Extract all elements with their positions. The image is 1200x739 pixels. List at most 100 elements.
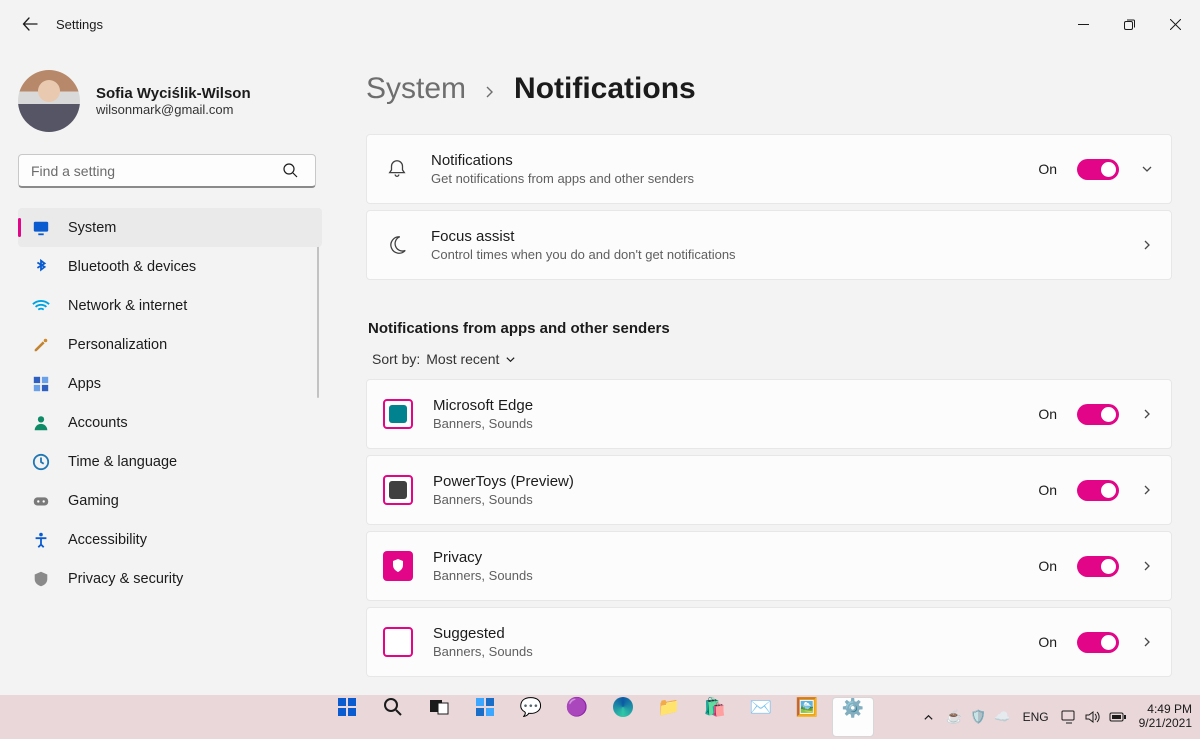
sidebar-item-time[interactable]: Time & language [18, 442, 322, 481]
open-button[interactable] [1139, 560, 1155, 572]
clock-time: 4:49 PM [1139, 703, 1192, 717]
edge-button[interactable] [602, 697, 644, 737]
chevron-right-icon [1141, 408, 1153, 420]
sidebar-item-network[interactable]: Network & internet [18, 286, 322, 325]
app-icon [383, 551, 413, 581]
task-view-button[interactable] [418, 697, 460, 737]
focus-assist-card[interactable]: Focus assist Control times when you do a… [366, 210, 1172, 280]
toggle-state: On [1038, 558, 1057, 574]
explorer-button[interactable]: 📁 [648, 697, 690, 737]
quick-settings[interactable] [1061, 710, 1127, 724]
task-view-icon [429, 697, 449, 717]
sidebar-item-label: Apps [68, 376, 101, 392]
store-icon: 🛍️ [704, 697, 726, 737]
clock[interactable]: 4:49 PM 9/21/2021 [1139, 703, 1192, 731]
edge-icon [613, 697, 633, 717]
wifi-icon [32, 297, 50, 315]
open-button[interactable] [1139, 636, 1155, 648]
security-icon[interactable]: 🛡️ [970, 709, 986, 725]
chevron-right-icon [1141, 560, 1153, 572]
row-subtitle: Get notifications from apps and other se… [431, 171, 1018, 186]
settings-taskbar-button[interactable]: ⚙️ [832, 697, 874, 737]
teams-button[interactable]: 🟣 [556, 697, 598, 737]
minimize-icon [1078, 19, 1089, 30]
sidebar-item-personalize[interactable]: Personalization [18, 325, 322, 364]
chevron-right-icon [1141, 484, 1153, 496]
sidebar-item-accessibility[interactable]: Accessibility [18, 520, 322, 559]
bluetooth-icon [32, 258, 50, 276]
onedrive-icon[interactable]: ☁️ [994, 709, 1010, 725]
tray-overflow[interactable] [923, 712, 934, 723]
start-button[interactable] [326, 697, 368, 737]
app-toggle[interactable] [1077, 404, 1119, 425]
photos-button[interactable]: 🖼️ [786, 697, 828, 737]
sidebar-item-label: Accounts [68, 415, 128, 431]
taskbar-search[interactable] [372, 697, 414, 737]
open-button[interactable] [1139, 239, 1155, 251]
open-button[interactable] [1139, 408, 1155, 420]
chevron-right-icon [1141, 636, 1153, 648]
search-icon [283, 163, 298, 178]
app-sub: Banners, Sounds [433, 492, 1018, 507]
row-title: Notifications [431, 152, 1018, 169]
notifications-toggle[interactable] [1077, 159, 1119, 180]
sidebar-item-gaming[interactable]: Gaming [18, 481, 322, 520]
notifications-toggle-card[interactable]: Notifications Get notifications from app… [366, 134, 1172, 204]
sort-value: Most recent [426, 351, 499, 367]
app-notification-card[interactable]: SuggestedBanners, SoundsOn [366, 607, 1172, 677]
chevron-right-icon [1141, 239, 1153, 251]
taskbar: 💬 🟣 📁 🛍️ ✉️ 🖼️ ⚙️ ☕ 🛡️ ☁️ ENG 4:49 PM 9/… [0, 695, 1200, 739]
store-button[interactable]: 🛍️ [694, 697, 736, 737]
bell-icon [383, 158, 411, 180]
user-header[interactable]: Sofia Wyciślik-Wilson wilsonmark@gmail.c… [18, 70, 322, 132]
widgets-icon [475, 697, 495, 717]
widgets-button[interactable] [464, 697, 506, 737]
sidebar-item-label: Personalization [68, 337, 167, 353]
minimize-button[interactable] [1060, 6, 1106, 42]
window-title: Settings [56, 17, 103, 32]
sidebar-item-system[interactable]: System [18, 208, 322, 247]
app-notification-list: Microsoft Edge Banners, Sounds On PowerToys… [366, 379, 1172, 677]
sidebar-item-bluetooth[interactable]: Bluetooth & devices [18, 247, 322, 286]
app-toggle[interactable] [1077, 632, 1119, 653]
access-icon [32, 531, 50, 549]
expand-button[interactable] [1139, 163, 1155, 175]
network-icon [1061, 710, 1077, 724]
sort-dropdown[interactable]: Most recent [426, 351, 516, 367]
app-icon [383, 399, 413, 429]
sidebar-item-privacy[interactable]: Privacy & security [18, 559, 322, 598]
mail-button[interactable]: ✉️ [740, 697, 782, 737]
avatar [18, 70, 80, 132]
sidebar-item-label: System [68, 220, 116, 236]
tray-app-icon[interactable]: ☕ [946, 709, 962, 725]
maximize-button[interactable] [1106, 6, 1152, 42]
language-indicator[interactable]: ENG [1023, 710, 1049, 724]
back-button[interactable] [22, 16, 38, 32]
row-title: Focus assist [431, 228, 1119, 245]
app-sub: Banners, Sounds [433, 416, 1018, 431]
app-notification-card[interactable]: PrivacyBanners, SoundsOn [366, 531, 1172, 601]
sidebar-item-accounts[interactable]: Accounts [18, 403, 322, 442]
chevron-down-icon [505, 354, 516, 365]
close-icon [1170, 19, 1181, 30]
search-input[interactable] [18, 154, 316, 188]
app-toggle[interactable] [1077, 556, 1119, 577]
gear-icon: ⚙️ [842, 698, 864, 736]
sidebar-item-apps[interactable]: Apps [18, 364, 322, 403]
search-wrap [18, 154, 322, 188]
shield-icon [32, 570, 50, 588]
close-button[interactable] [1152, 6, 1198, 42]
app-icon [383, 627, 413, 657]
arrow-left-icon [22, 16, 38, 32]
breadcrumb-parent[interactable]: System [366, 72, 466, 106]
app-notification-card[interactable]: PowerToys (Preview)Banners, SoundsOn [366, 455, 1172, 525]
chat-button[interactable]: 💬 [510, 697, 552, 737]
app-toggle[interactable] [1077, 480, 1119, 501]
app-notification-card[interactable]: Microsoft EdgeBanners, SoundsOn [366, 379, 1172, 449]
sort-row: Sort by: Most recent [372, 351, 1172, 367]
chevron-up-icon [923, 712, 934, 723]
open-button[interactable] [1139, 484, 1155, 496]
battery-icon [1109, 711, 1127, 723]
app-name: Microsoft Edge [433, 397, 1018, 414]
chat-icon: 💬 [520, 697, 542, 737]
